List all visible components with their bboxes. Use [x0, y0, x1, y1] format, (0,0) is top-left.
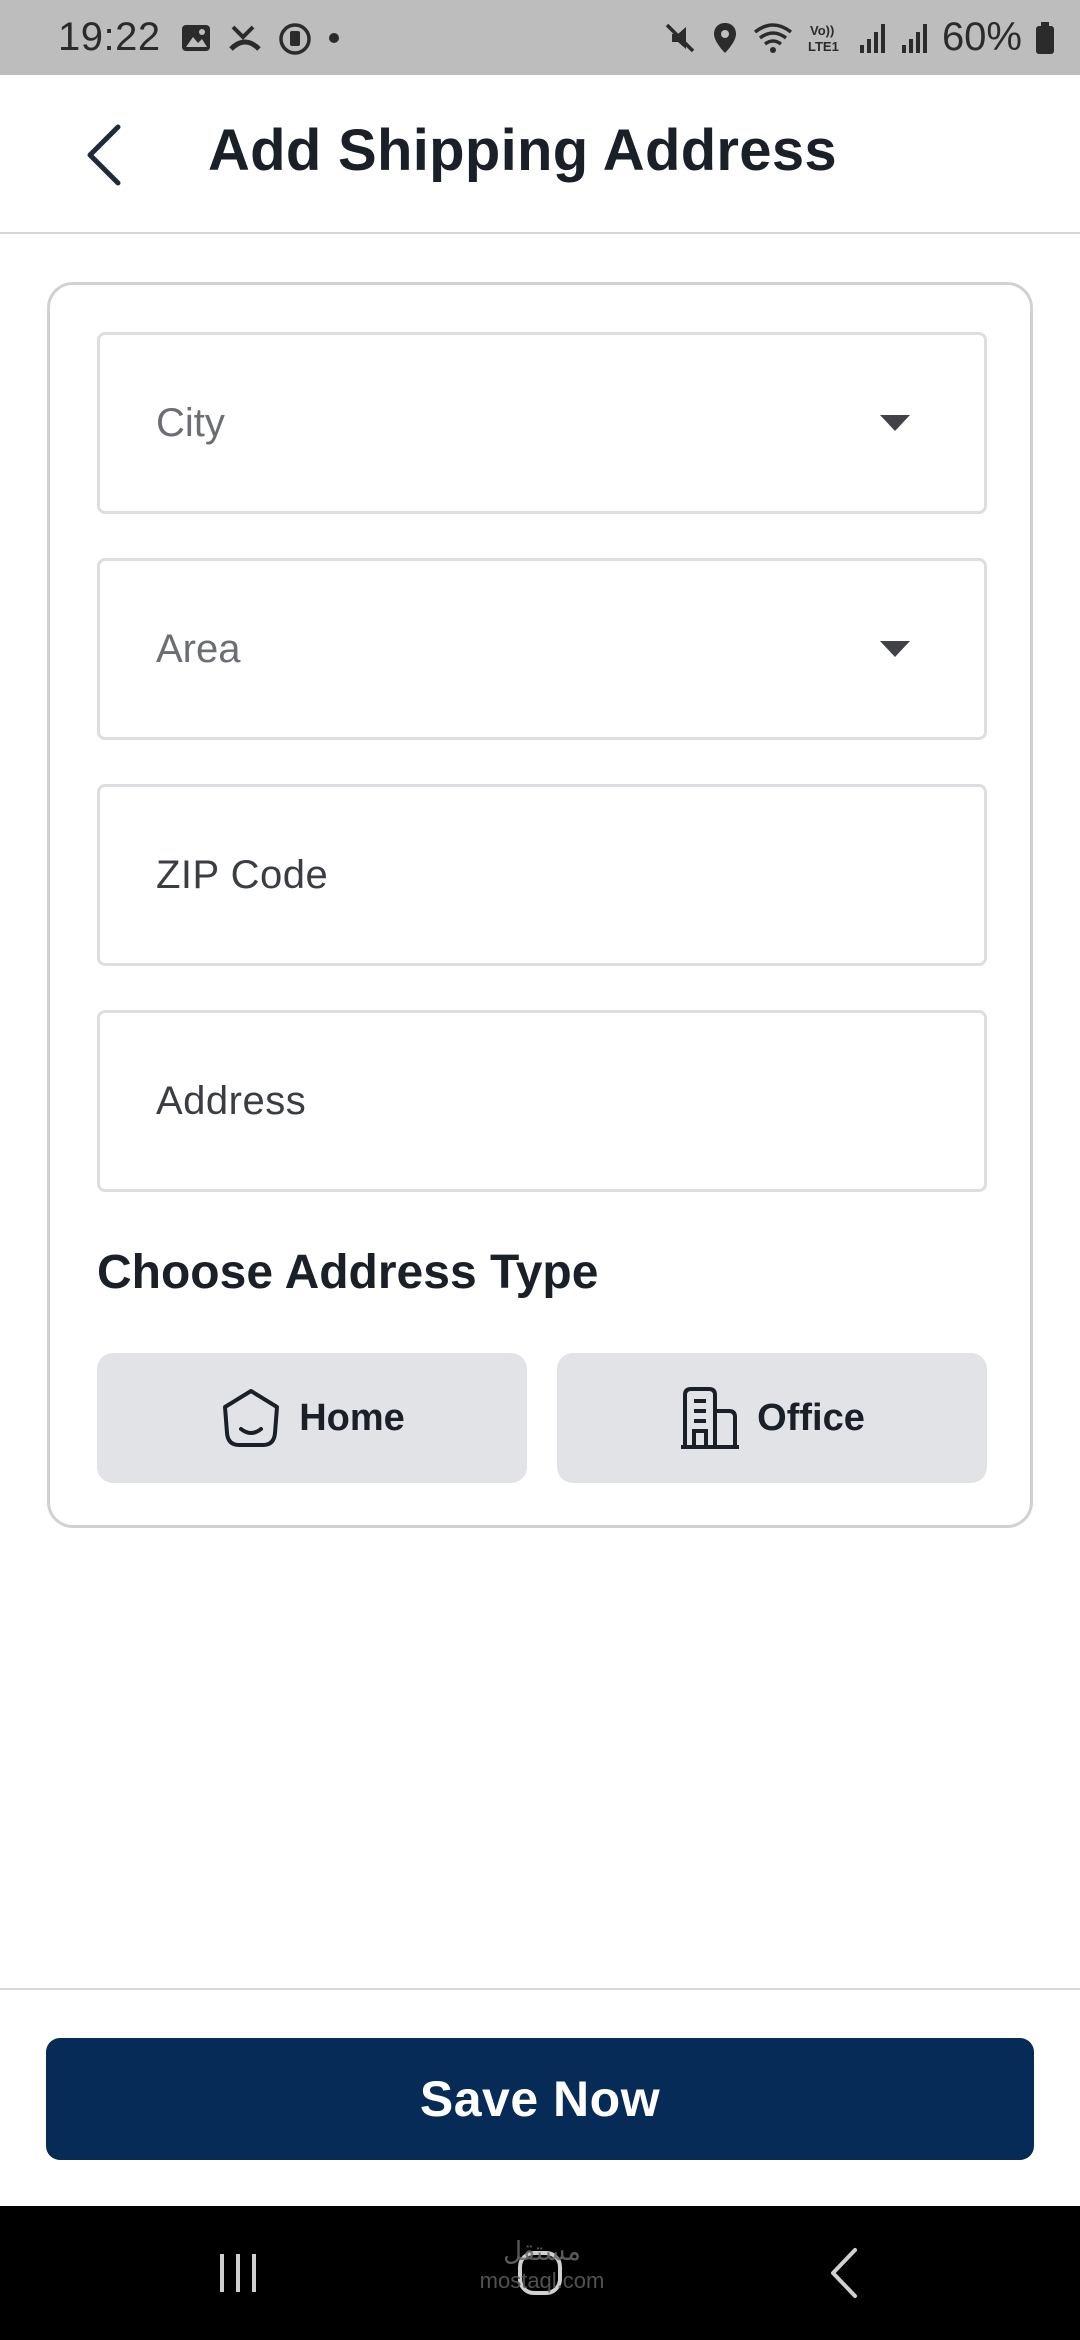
home-type-label: Home — [299, 1396, 405, 1439]
status-time: 19:22 — [58, 15, 161, 59]
battery-icon — [1034, 20, 1056, 56]
mute-icon — [662, 20, 698, 56]
city-placeholder: City — [156, 400, 225, 445]
battery-percent: 60% — [941, 15, 1022, 59]
recent-apps-button[interactable] — [168, 2206, 308, 2340]
office-building-icon — [681, 1387, 740, 1449]
status-left-icons — [179, 20, 341, 56]
dot-icon — [327, 31, 341, 45]
address-placeholder: Address — [156, 1078, 307, 1123]
address-form-card: City Area ZIP Code Address Choose Addres… — [47, 282, 1033, 1528]
address-input[interactable]: Address — [97, 1010, 987, 1192]
svg-text:Vo)): Vo)) — [810, 23, 834, 38]
stopwatch-icon — [277, 20, 313, 56]
status-right-icons: Vo)) LTE1 60% — [662, 15, 1056, 60]
back-icon — [831, 2248, 857, 2298]
home-icon — [223, 1389, 280, 1447]
chevron-left-icon — [87, 124, 121, 186]
location-icon — [710, 20, 740, 56]
bottom-action-bar: Save Now — [0, 1988, 1080, 2206]
app-header: Add Shipping Address — [0, 75, 1080, 234]
missed-call-icon — [227, 21, 263, 55]
home-type-button[interactable]: Home — [97, 1353, 527, 1483]
back-button[interactable] — [72, 119, 136, 191]
zip-code-input[interactable]: ZIP Code — [97, 784, 987, 966]
caret-down-icon — [880, 415, 910, 431]
city-dropdown[interactable]: City — [97, 332, 987, 514]
svg-text:LTE1: LTE1 — [808, 39, 839, 54]
area-placeholder: Area — [156, 626, 241, 671]
signal-icon — [858, 21, 888, 55]
page-title: Add Shipping Address — [208, 118, 837, 183]
save-now-button[interactable]: Save Now — [46, 2038, 1034, 2160]
image-icon — [179, 21, 213, 55]
zip-code-placeholder: ZIP Code — [156, 852, 329, 897]
recent-apps-icon — [220, 2254, 256, 2292]
back-nav-button[interactable] — [774, 2206, 914, 2340]
watermark: مستقل — [503, 2236, 581, 2266]
office-type-label: Office — [757, 1396, 865, 1439]
address-type-title: Choose Address Type — [97, 1246, 599, 1299]
area-dropdown[interactable]: Area — [97, 558, 987, 740]
caret-down-icon — [880, 641, 910, 657]
office-type-button[interactable]: Office — [557, 1353, 987, 1483]
wifi-icon — [752, 20, 794, 56]
watermark-url: mostaql.com — [479, 2268, 605, 2293]
volte-icon: Vo)) LTE1 — [806, 20, 846, 56]
status-bar: 19:22 Vo)) LTE1 60% — [0, 0, 1080, 75]
signal-icon — [900, 21, 930, 55]
